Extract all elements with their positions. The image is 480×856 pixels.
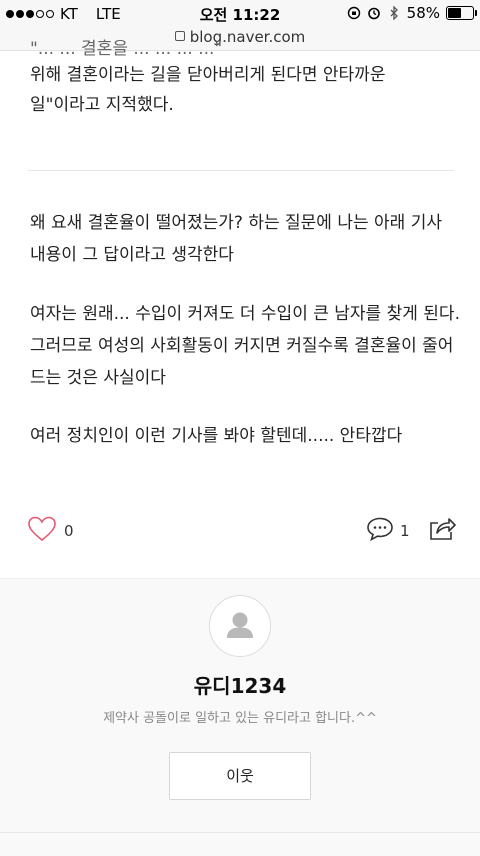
comment-count: 1 xyxy=(400,522,410,540)
orientation-lock-icon xyxy=(347,6,361,20)
bluetooth-icon xyxy=(387,5,401,21)
comment-icon xyxy=(366,516,394,546)
profile-nickname[interactable]: 유디1234 xyxy=(0,670,480,699)
status-right: 58% xyxy=(347,4,477,22)
content-divider xyxy=(28,170,454,171)
paragraph-2: 여자는 원래... 수입이 커져도 더 수입이 큰 남자를 찾게 된다. 그러므… xyxy=(30,304,460,388)
article-line-2: 일"이라고 지적했다. xyxy=(30,95,174,115)
status-bar: KT LTE 오전 11:22 58% xyxy=(0,0,480,28)
heart-icon xyxy=(28,516,56,546)
neighbor-button[interactable]: 이웃 xyxy=(169,752,311,800)
article-top: "... ... 결혼을 ... ... ... ..." 위해 결혼이라는 길… xyxy=(30,39,460,120)
share-button[interactable] xyxy=(428,514,456,546)
reaction-bar: 0 1 xyxy=(0,510,480,554)
article-line-1: 위해 결혼이라는 길을 닫아버리게 된다면 안타까운 xyxy=(30,65,386,85)
user-icon xyxy=(227,612,253,638)
bottom-divider xyxy=(0,832,480,833)
alarm-icon xyxy=(367,6,381,20)
profile-intro: 제약사 공돌이로 일하고 있는 유디라고 합니다.^^ xyxy=(103,711,377,726)
cut-off-line: "... ... 결혼을 ... ... ... ..." xyxy=(30,39,223,59)
battery-percent: 58% xyxy=(406,4,440,22)
share-icon xyxy=(428,518,456,546)
paragraph-1: 왜 요새 결혼율이 떨어졌는가? 하는 질문에 나는 아래 기사 내용이 그 답… xyxy=(30,213,442,265)
avatar[interactable] xyxy=(209,595,271,657)
comment-button[interactable]: 1 xyxy=(366,516,410,546)
like-count: 0 xyxy=(64,522,74,540)
like-button[interactable]: 0 xyxy=(28,516,74,546)
paragraph-3: 여러 정치인이 이런 기사를 봐야 할텐데..... 안타깝다 xyxy=(30,426,403,446)
battery-icon xyxy=(446,6,477,20)
